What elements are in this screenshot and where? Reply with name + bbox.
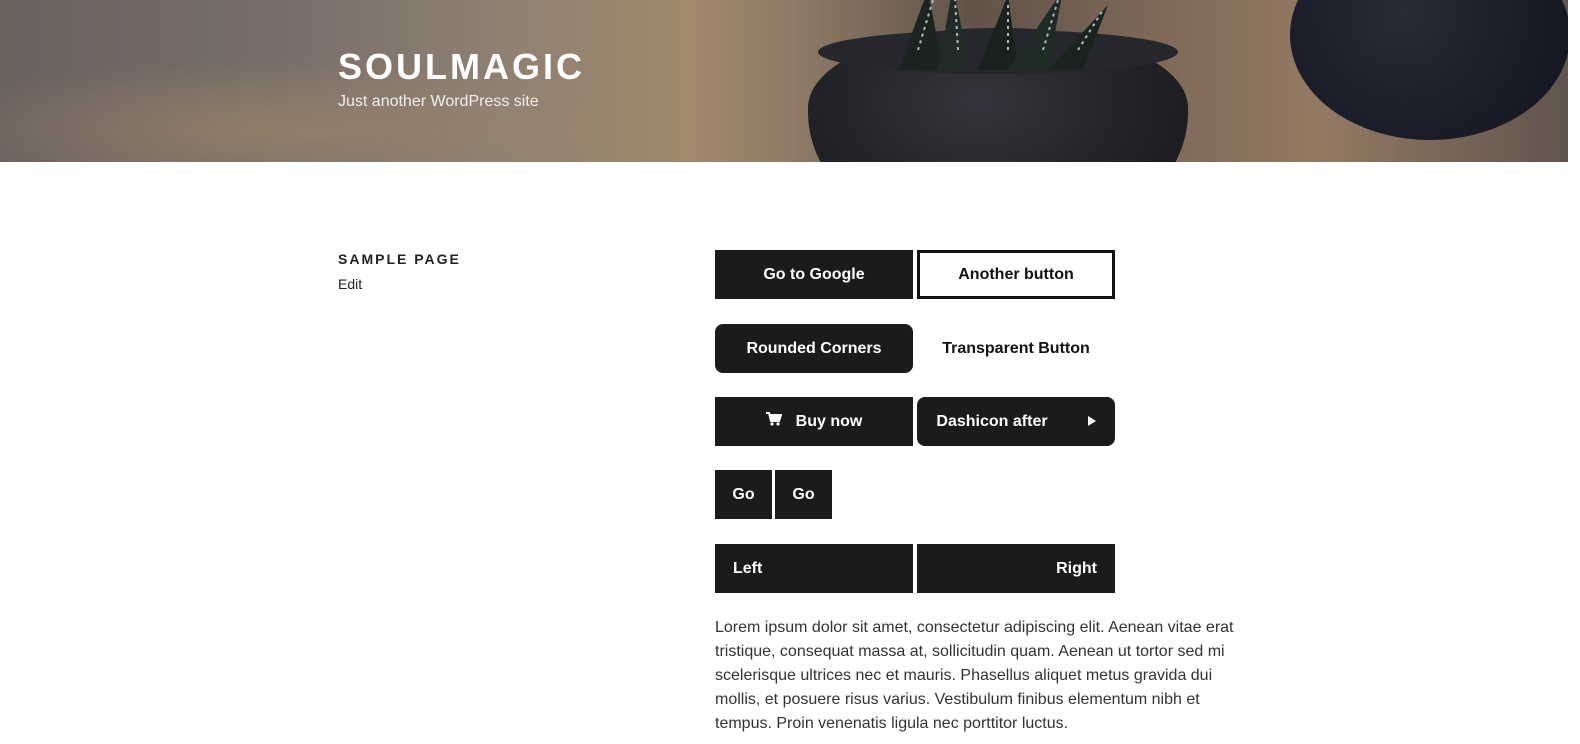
dashicon-after-label: Dashicon after (936, 412, 1048, 430)
go-button-1-label: Go (732, 485, 755, 503)
left-button-label: Left (733, 559, 763, 577)
left-aligned-button[interactable]: Left (715, 544, 913, 593)
cart-icon (765, 412, 783, 431)
page-title: SAMPLE PAGE (338, 251, 461, 267)
edit-link[interactable]: Edit (338, 276, 362, 292)
rounded-corners-button[interactable]: Rounded Corners (715, 324, 913, 373)
site-header (0, 0, 1568, 162)
another-button-label: Another button (958, 265, 1074, 283)
another-button[interactable]: Another button (917, 250, 1115, 299)
content-paragraph: Lorem ipsum dolor sit amet, consectetur … (715, 619, 1234, 732)
buy-now-label: Buy now (795, 412, 863, 430)
dashicon-after-button[interactable]: Dashicon after (917, 397, 1115, 446)
buy-now-button[interactable]: Buy now (715, 397, 913, 446)
transparent-button[interactable]: Transparent Button (917, 324, 1115, 373)
transparent-button-label: Transparent Button (942, 339, 1090, 357)
go-button-2[interactable]: Go (775, 470, 832, 519)
right-button-label: Right (1056, 559, 1097, 577)
caret-right-icon (1087, 413, 1096, 431)
go-button-2-label: Go (792, 485, 815, 503)
site-description: Just another WordPress site (338, 93, 539, 110)
go-to-google-label: Go to Google (763, 265, 865, 283)
rounded-corners-label: Rounded Corners (746, 339, 882, 357)
header-overlay (0, 0, 1568, 162)
go-button-1[interactable]: Go (715, 470, 772, 519)
go-to-google-button[interactable]: Go to Google (715, 250, 913, 299)
site-title[interactable]: SOULMAGIC (338, 46, 585, 88)
right-aligned-button[interactable]: Right (917, 544, 1115, 593)
